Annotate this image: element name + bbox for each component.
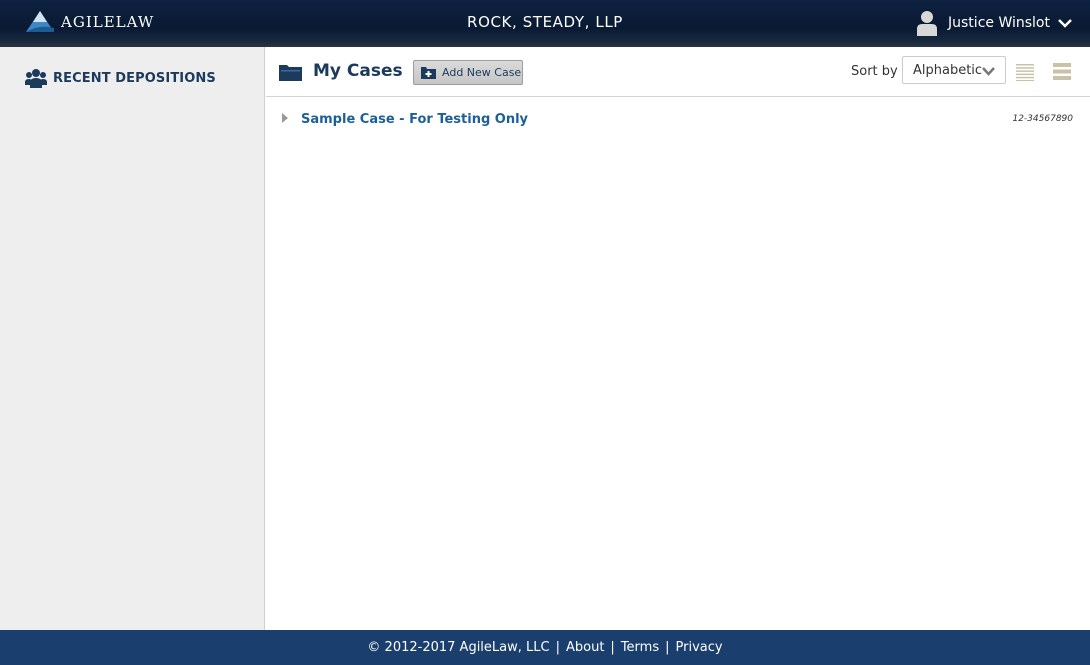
case-list: Sample Case - For Testing Only 12-345678… [266,98,1090,140]
page-title: My Cases [313,61,403,81]
footer-link-terms[interactable]: Terms [621,640,659,655]
chevron-down-icon [1058,19,1072,28]
sort-select[interactable]: Alphabetic [902,56,1006,84]
sort-select-value: Alphabetic [913,62,983,78]
case-number: 12-34567890 [1012,114,1073,124]
add-new-case-button[interactable]: Add New Case [413,60,523,85]
chevron-down-icon [982,67,995,76]
user-name: Justice Winslot [948,15,1050,31]
compact-list-view-icon[interactable] [1015,63,1035,81]
top-header: AGILELAW ROCK, STEADY, LLP Justice Winsl… [0,0,1090,47]
footer-link-privacy[interactable]: Privacy [676,640,723,655]
folder-plus-icon [421,66,436,79]
footer-link-about[interactable]: About [566,640,604,655]
expanded-list-view-icon[interactable] [1052,63,1072,81]
caret-right-icon[interactable] [282,113,288,123]
footer-separator: | [665,640,670,655]
users-group-icon [25,69,47,88]
folder-icon [279,65,302,81]
user-avatar-icon [917,11,938,36]
list-item[interactable]: Sample Case - For Testing Only 12-345678… [266,98,1090,140]
footer-separator: | [610,640,615,655]
sidebar-item-recent-depositions[interactable]: RECENT DEPOSITIONS [25,68,216,88]
footer-copyright: © 2012-2017 AgileLaw, LLC [367,640,550,655]
sort-by-label: Sort by [851,64,898,79]
user-menu[interactable]: Justice Winslot [916,10,1072,36]
cases-toolbar: My Cases Add New Case Sort by Alphabetic [266,47,1090,97]
sidebar: RECENT DEPOSITIONS [0,47,265,630]
sidebar-item-label: RECENT DEPOSITIONS [53,70,216,86]
footer: © 2012-2017 AgileLaw, LLC | About | Term… [0,630,1090,665]
main-content: My Cases Add New Case Sort by Alphabetic [266,47,1090,630]
case-name-link[interactable]: Sample Case - For Testing Only [301,112,528,127]
footer-separator: | [555,640,560,655]
add-new-case-label: Add New Case [442,66,522,79]
